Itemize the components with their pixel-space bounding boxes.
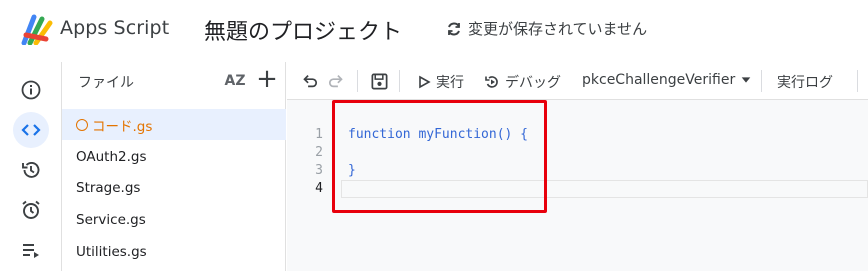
sync-icon [448, 22, 460, 35]
add-file-button[interactable]: + [254, 66, 280, 94]
execution-log-button[interactable]: 実行ログ [777, 72, 833, 92]
redo-icon [328, 74, 343, 88]
line-number: 3 [315, 163, 323, 178]
rail-item-history[interactable] [13, 152, 49, 188]
file-name: Utilities.gs [76, 243, 147, 260]
file-item-code-gs[interactable]: コード.gs [62, 109, 286, 140]
alarm-icon [22, 200, 40, 219]
line-number: 2 [315, 145, 323, 160]
file-item-utilities-gs[interactable]: Utilities.gs [62, 236, 286, 267]
nav-rail [0, 62, 62, 271]
toolbar-divider [357, 70, 358, 92]
app-name: Apps Script [60, 17, 170, 39]
line-number: 1 [315, 127, 323, 142]
file-name: OAuth2.gs [76, 148, 147, 165]
executions-icon [23, 244, 39, 258]
code-icon [21, 124, 41, 136]
run-button[interactable]: 実行 [417, 72, 464, 92]
execution-log-label: 実行ログ [777, 75, 833, 91]
editor-toolbar: 実行 デバッグ pkceChallengeVerifier 実行ログ [287, 62, 868, 100]
history-icon [22, 162, 40, 178]
info-icon [21, 80, 41, 100]
file-name: Service.gs [76, 211, 146, 228]
rail-item-editor[interactable] [13, 112, 49, 148]
file-item-service-gs[interactable]: Service.gs [62, 204, 286, 235]
line-number: 4 [315, 181, 323, 196]
play-icon [419, 75, 431, 89]
plus-icon: + [256, 64, 278, 94]
save-button[interactable] [369, 71, 389, 91]
unsaved-dot-icon [76, 118, 88, 131]
undo-icon [303, 74, 318, 88]
file-name: コード.gs [92, 118, 153, 135]
rail-item-triggers[interactable] [13, 192, 49, 228]
dropdown-arrow-icon [741, 77, 751, 83]
toolbar-divider [399, 70, 400, 92]
save-icon [371, 73, 387, 89]
file-item-oauth2-gs[interactable]: OAuth2.gs [62, 141, 286, 172]
toolbar-divider [857, 70, 858, 92]
save-status-text: 変更が保存されていません [468, 20, 648, 38]
project-title[interactable]: 無題のプロジェクト [204, 14, 402, 46]
save-status: 変更が保存されていません [446, 18, 647, 39]
file-name: Strage.gs [76, 179, 141, 196]
debug-button[interactable]: デバッグ [484, 72, 561, 92]
redo-button[interactable] [327, 71, 347, 91]
toolbar-divider [761, 70, 762, 92]
run-label: 実行 [436, 75, 464, 91]
files-panel: ファイル AZ + コード.gs OAuth2.gs Strage.gs Ser… [62, 62, 286, 271]
undo-button[interactable] [299, 71, 319, 91]
file-item-strage-gs[interactable]: Strage.gs [62, 172, 286, 203]
function-select[interactable]: pkceChallengeVerifier [582, 72, 752, 88]
sort-az-icon: AZ [224, 73, 246, 89]
rail-item-overview[interactable] [13, 72, 49, 108]
files-title: ファイル [78, 75, 134, 91]
debug-icon [485, 76, 498, 88]
apps-script-logo[interactable] [20, 13, 54, 46]
rail-item-executions[interactable] [13, 232, 49, 268]
function-select-value: pkceChallengeVerifier [582, 72, 736, 88]
files-header: ファイル AZ + [62, 62, 286, 100]
annotation-highlight-box [332, 100, 547, 213]
sort-az-button[interactable]: AZ [222, 68, 248, 94]
debug-label: デバッグ [505, 75, 561, 91]
app-header: Apps Script 無題のプロジェクト 変更が保存されていません [0, 0, 868, 62]
